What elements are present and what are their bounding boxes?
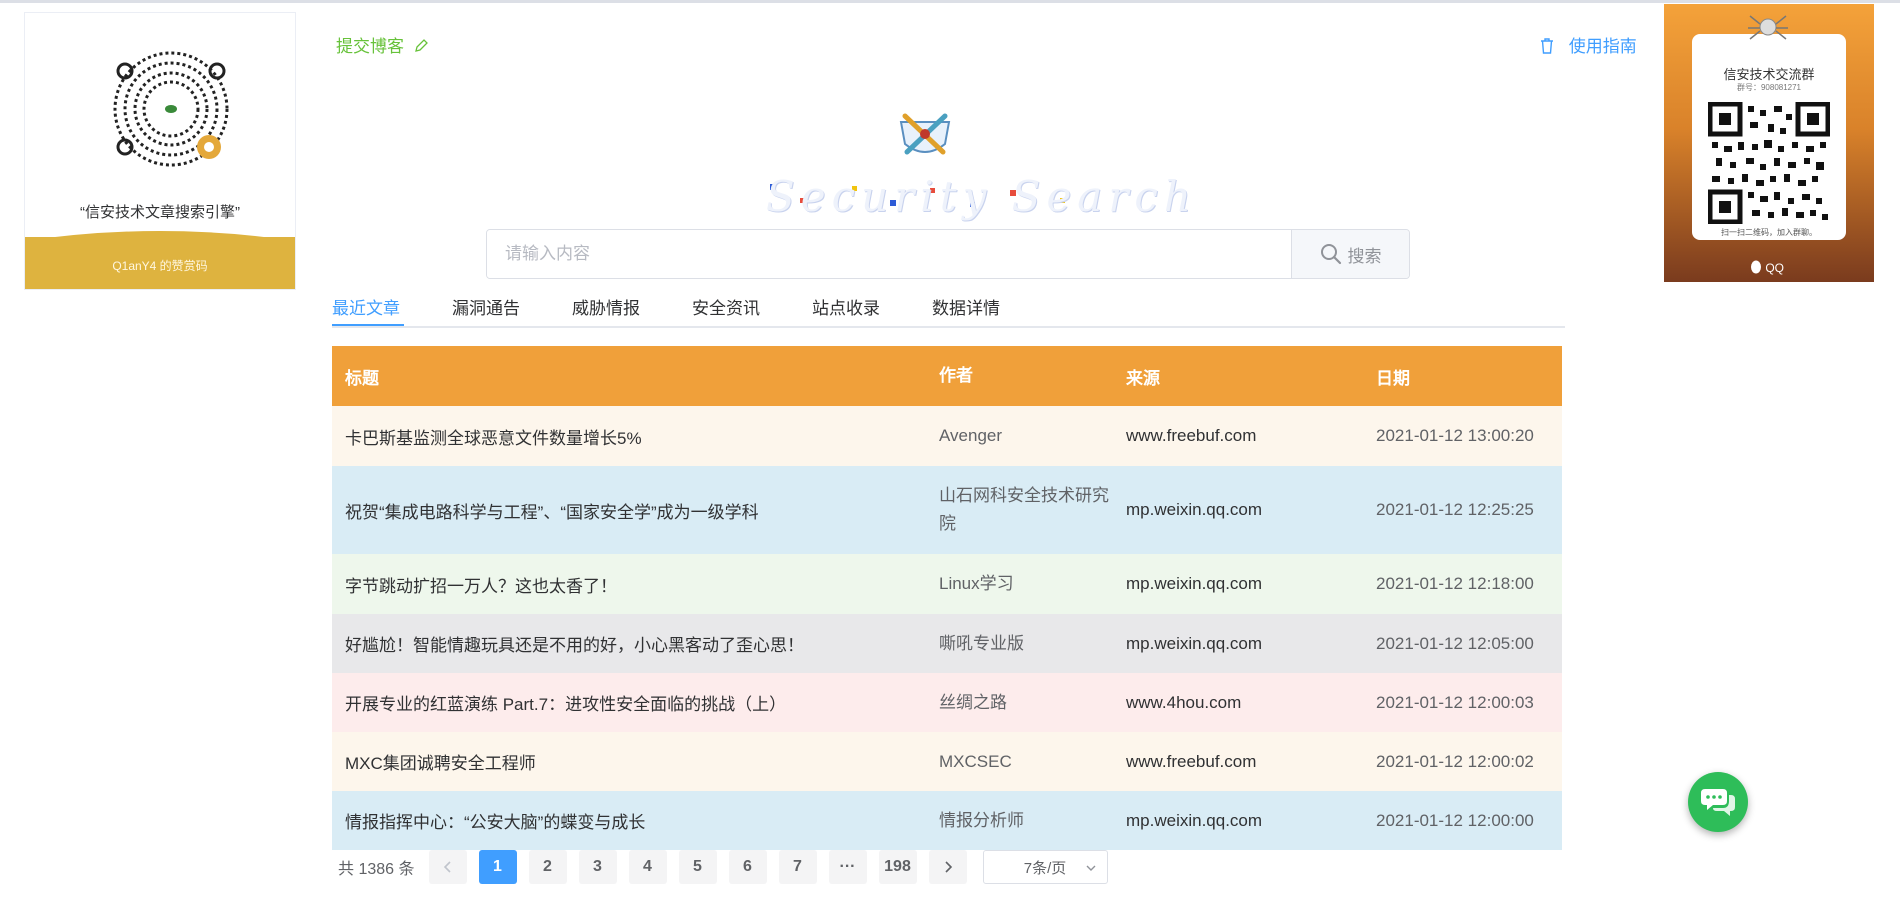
article-author: Linux学习 bbox=[939, 574, 1014, 593]
donation-caption: “信安技术文章搜索引擎” bbox=[80, 204, 240, 221]
article-date: 2021-01-12 12:00:02 bbox=[1376, 751, 1534, 771]
page-size-select[interactable]: 7条/页 bbox=[982, 850, 1108, 884]
article-title[interactable]: 开展专业的红蓝演练 Part.7：进攻性安全面临的挑战（上） bbox=[345, 673, 925, 732]
page-button[interactable]: 7 bbox=[778, 850, 817, 884]
column-header-author: 作者 bbox=[939, 366, 973, 385]
qq-brand: QQ bbox=[1750, 260, 1784, 275]
page-size-value: 7条/页 bbox=[1023, 859, 1067, 877]
article-date: 2021-01-12 12:00:03 bbox=[1376, 692, 1534, 712]
donation-qr-code bbox=[113, 51, 229, 167]
article-source: mp.weixin.qq.com bbox=[1126, 810, 1263, 830]
column-header-title: 标题 bbox=[345, 368, 379, 388]
tab-bar: 最近文章 漏洞通告 威胁情报 安全资讯 站点收录 数据详情 bbox=[332, 286, 1565, 328]
submit-blog-label: 提交博客 bbox=[336, 37, 404, 56]
chat-button[interactable] bbox=[1688, 772, 1748, 832]
qq-brand-label: QQ bbox=[1765, 261, 1785, 275]
article-date: 2021-01-12 12:00:00 bbox=[1376, 810, 1534, 830]
article-source: mp.weixin.qq.com bbox=[1126, 574, 1263, 593]
tab-site-collection[interactable]: 站点收录 bbox=[812, 294, 880, 319]
article-title[interactable]: 情报指挥中心：“公安大脑”的蝶变与成长 bbox=[345, 791, 925, 850]
active-tab-indicator bbox=[332, 324, 404, 326]
donation-card: “信安技术文章搜索引擎” Q1anY4 的赞赏码 bbox=[24, 12, 296, 290]
prev-page-button[interactable] bbox=[428, 850, 467, 884]
table-row[interactable]: 开展专业的红蓝演练 Part.7：进攻性安全面临的挑战（上） 丝绸之路 www.… bbox=[332, 673, 1562, 732]
article-source: mp.weixin.qq.com bbox=[1126, 500, 1263, 519]
article-author: Avenger bbox=[939, 426, 1003, 445]
submit-blog-link[interactable]: 提交博客 bbox=[336, 32, 429, 57]
qq-scan-hint: 扫一扫二维码，加入群聊。 bbox=[1721, 228, 1817, 237]
article-title[interactable]: 祝贺“集成电路科学与工程”、“国家安全学”成为一级学科 bbox=[345, 466, 925, 554]
article-author: 嘶吼专业版 bbox=[939, 633, 1024, 653]
user-guide-link[interactable]: 使用指南 bbox=[1540, 32, 1637, 57]
more-pages-button[interactable]: ··· bbox=[828, 850, 867, 884]
table-row[interactable]: 祝贺“集成电路科学与工程”、“国家安全学”成为一级学科 山石网科安全技术研究院 … bbox=[332, 466, 1562, 554]
article-date: 2021-01-12 12:25:25 bbox=[1376, 500, 1534, 519]
article-author: 情报分析师 bbox=[939, 810, 1024, 830]
chevron-right-icon bbox=[944, 861, 952, 873]
table-header: 标题 作者 来源 日期 bbox=[332, 346, 1562, 406]
article-date: 2021-01-12 12:05:00 bbox=[1376, 633, 1534, 653]
tab-data-details[interactable]: 数据详情 bbox=[932, 294, 1000, 319]
chat-bubbles-icon bbox=[1701, 789, 1735, 816]
qq-penguin-icon bbox=[1751, 260, 1761, 274]
search-button[interactable]: 搜索 bbox=[1291, 230, 1409, 278]
chevron-down-icon bbox=[1086, 865, 1095, 871]
page-button[interactable]: 1 bbox=[478, 850, 517, 884]
article-date: 2021-01-12 12:18:00 bbox=[1376, 574, 1534, 593]
search-input[interactable] bbox=[487, 230, 1291, 278]
user-guide-label: 使用指南 bbox=[1568, 37, 1637, 56]
table-row[interactable]: 好尴尬！智能情趣玩具还是不用的好，小心黑客动了歪心思！ 嘶吼专业版 mp.wei… bbox=[332, 614, 1562, 673]
page-button[interactable]: 2 bbox=[528, 850, 567, 884]
page-button[interactable]: 6 bbox=[728, 850, 767, 884]
donation-band: Q1anY4 的赞赏码 bbox=[25, 237, 295, 289]
table-row[interactable]: MXC集团诚聘安全工程师 MXCSEC www.freebuf.com 2021… bbox=[332, 732, 1562, 791]
chevron-left-icon bbox=[443, 861, 451, 873]
article-author: MXCSEC bbox=[939, 751, 1012, 771]
qq-card-panel: 信安技术交流群 群号：908081271 扫一扫二维码，加入群聊。 bbox=[1692, 15, 1846, 240]
article-title[interactable]: 好尴尬！智能情趣玩具还是不用的好，小心黑客动了歪心思！ bbox=[345, 614, 925, 673]
page-button[interactable]: 4 bbox=[628, 850, 667, 884]
spider-icon bbox=[1748, 15, 1788, 40]
logo-text: Security Search bbox=[766, 172, 1197, 221]
tab-threat-intelligence[interactable]: 威胁情报 bbox=[572, 294, 640, 319]
column-header-source: 来源 bbox=[1126, 368, 1160, 388]
search-bar: 搜索 bbox=[486, 229, 1410, 279]
trash-icon bbox=[1541, 38, 1553, 54]
page-button[interactable]: 3 bbox=[578, 850, 617, 884]
search-icon bbox=[1320, 244, 1341, 265]
qq-group-number: 群号：908081271 bbox=[1736, 83, 1802, 92]
top-border bbox=[0, 0, 1900, 3]
table-row[interactable]: 字节跳动扩招一万人？这也太香了！ Linux学习 mp.weixin.qq.co… bbox=[332, 554, 1562, 614]
article-source: www.freebuf.com bbox=[1126, 751, 1257, 771]
column-header-date: 日期 bbox=[1376, 368, 1410, 388]
table-row[interactable]: 情报指挥中心：“公安大脑”的蝶变与成长 情报分析师 mp.weixin.qq.c… bbox=[332, 791, 1562, 850]
articles-table: 标题 作者 来源 日期 卡巴斯基监测全球恶意文件数量增长5% Avenger w… bbox=[332, 346, 1562, 850]
tab-vulnerability-notices[interactable]: 漏洞通告 bbox=[452, 294, 520, 319]
tab-security-news[interactable]: 安全资讯 bbox=[692, 294, 760, 319]
next-page-button[interactable] bbox=[928, 850, 967, 884]
page-button[interactable]: 5 bbox=[678, 850, 717, 884]
article-source: www.4hou.com bbox=[1126, 692, 1242, 712]
pagination: 共 1386 条 1 2 3 4 5 6 7 ··· 198 7条/页 bbox=[338, 849, 1108, 885]
article-title[interactable]: 卡巴斯基监测全球恶意文件数量增长5% bbox=[345, 406, 925, 466]
search-button-label: 搜索 bbox=[1347, 246, 1382, 266]
edit-icon bbox=[414, 39, 428, 52]
table-row[interactable]: 卡巴斯基监测全球恶意文件数量增长5% Avenger www.freebuf.c… bbox=[332, 406, 1562, 466]
page-button[interactable]: 198 bbox=[878, 850, 917, 884]
tab-recent-articles[interactable]: 最近文章 bbox=[332, 294, 400, 319]
qq-qr-code bbox=[1708, 102, 1830, 224]
article-author: 丝绸之路 bbox=[939, 692, 1007, 712]
article-title[interactable]: 字节跳动扩招一万人？这也太香了！ bbox=[345, 554, 925, 614]
article-date: 2021-01-12 13:00:20 bbox=[1376, 426, 1534, 445]
article-title[interactable]: MXC集团诚聘安全工程师 bbox=[345, 732, 925, 791]
article-source: mp.weixin.qq.com bbox=[1126, 633, 1263, 653]
article-source: www.freebuf.com bbox=[1126, 426, 1257, 445]
article-author: 山石网科安全技术研究院 bbox=[939, 486, 1109, 533]
qq-group-card: 信安技术交流群 群号：908081271 扫一扫二维码，加入群聊。 QQ bbox=[1664, 4, 1874, 282]
qq-group-title: 信安技术交流群 bbox=[1723, 67, 1815, 82]
total-count: 共 1386 条 bbox=[338, 861, 415, 878]
